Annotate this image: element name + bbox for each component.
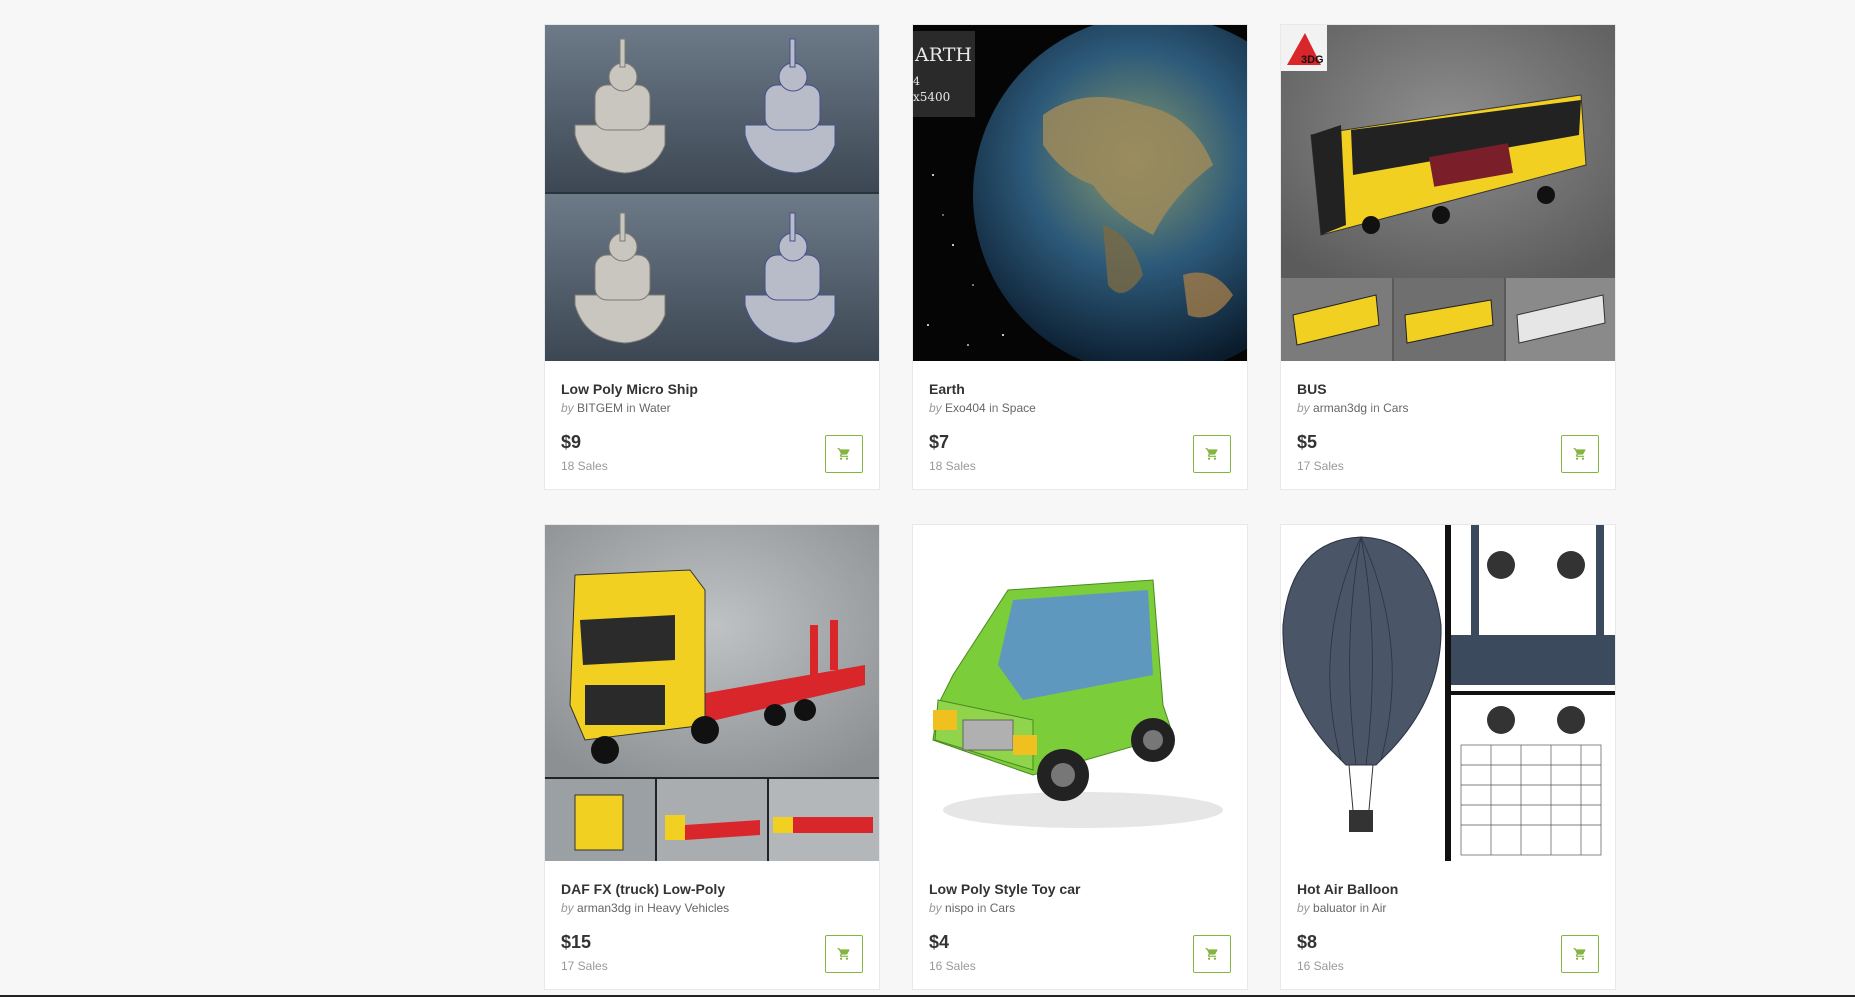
author-link[interactable]: Exo404 bbox=[945, 401, 986, 415]
product-meta: by baluator in Air bbox=[1297, 901, 1386, 915]
add-to-cart-button[interactable] bbox=[1193, 935, 1231, 973]
product-thumbnail[interactable] bbox=[913, 525, 1247, 861]
product-meta: by Exo404 in Space bbox=[929, 401, 1036, 415]
product-thumbnail[interactable] bbox=[545, 525, 879, 861]
add-to-cart-button[interactable] bbox=[825, 435, 863, 473]
product-sales: 17 Sales bbox=[561, 959, 608, 973]
cart-icon bbox=[837, 948, 850, 960]
by-label: by bbox=[1297, 401, 1310, 415]
product-thumbnail[interactable]: ARTH 4 x5400 bbox=[913, 25, 1247, 361]
category-link[interactable]: Air bbox=[1372, 901, 1387, 915]
bus-image: 3DG bbox=[1281, 25, 1615, 361]
by-label: by bbox=[929, 401, 942, 415]
product-thumbnail[interactable] bbox=[545, 25, 879, 361]
product-info: Hot Air Balloon by baluator in Air $8 16… bbox=[1297, 861, 1599, 989]
product-price: $5 bbox=[1297, 432, 1318, 452]
product-card[interactable]: Hot Air Balloon by baluator in Air $8 16… bbox=[1280, 524, 1616, 990]
product-sales: 16 Sales bbox=[929, 959, 976, 973]
in-label: in bbox=[977, 901, 987, 915]
product-price: $8 bbox=[1297, 932, 1318, 952]
by-label: by bbox=[1297, 901, 1310, 915]
product-title[interactable]: Low Poly Style Toy car bbox=[929, 881, 1080, 897]
product-thumbnail[interactable] bbox=[1281, 525, 1615, 861]
toy-car-image bbox=[913, 525, 1247, 861]
product-price: $15 bbox=[561, 932, 592, 952]
product-price: $9 bbox=[561, 432, 582, 452]
product-meta: by arman3dg in Cars bbox=[1297, 401, 1408, 415]
author-link[interactable]: nispo bbox=[945, 901, 974, 915]
product-grid: Low Poly Micro Ship by BITGEM in Water $… bbox=[544, 24, 1616, 990]
product-sales: 17 Sales bbox=[1297, 459, 1344, 473]
product-sales: 18 Sales bbox=[929, 459, 976, 473]
product-title[interactable]: BUS bbox=[1297, 381, 1327, 397]
author-link[interactable]: BITGEM bbox=[577, 401, 623, 415]
add-to-cart-button[interactable] bbox=[1561, 935, 1599, 973]
in-label: in bbox=[634, 901, 644, 915]
in-label: in bbox=[1370, 401, 1380, 415]
earth-overlay-title: ARTH bbox=[914, 44, 972, 66]
product-card[interactable]: 3DG BUS by arman3dg in Cars $5 17 Sales bbox=[1280, 24, 1616, 490]
earth-overlay-line: 4 bbox=[913, 75, 920, 88]
in-label: in bbox=[989, 401, 999, 415]
by-label: by bbox=[561, 901, 574, 915]
cart-icon bbox=[1205, 448, 1218, 460]
add-to-cart-button[interactable] bbox=[825, 935, 863, 973]
product-info: Low Poly Style Toy car by nispo in Cars … bbox=[929, 861, 1231, 989]
author-link[interactable]: baluator bbox=[1313, 901, 1356, 915]
earth-image: ARTH 4 x5400 bbox=[913, 25, 1247, 361]
product-info: Earth by Exo404 in Space $7 18 Sales bbox=[929, 361, 1231, 489]
in-label: in bbox=[626, 401, 636, 415]
product-card[interactable]: ARTH 4 x5400 Earth by Exo404 in Space $7… bbox=[912, 24, 1248, 490]
seller-logo: 3DG bbox=[1301, 54, 1324, 66]
category-link[interactable]: Space bbox=[1002, 401, 1036, 415]
product-meta: by BITGEM in Water bbox=[561, 401, 671, 415]
product-meta: by nispo in Cars bbox=[929, 901, 1015, 915]
add-to-cart-button[interactable] bbox=[1561, 435, 1599, 473]
product-info: BUS by arman3dg in Cars $5 17 Sales bbox=[1297, 361, 1599, 489]
by-label: by bbox=[561, 401, 574, 415]
in-label: in bbox=[1359, 901, 1370, 915]
product-card[interactable]: Low Poly Micro Ship by BITGEM in Water $… bbox=[544, 24, 880, 490]
author-link[interactable]: arman3dg bbox=[1313, 401, 1367, 415]
product-sales: 16 Sales bbox=[1297, 959, 1344, 973]
product-price: $7 bbox=[929, 432, 950, 452]
cart-icon bbox=[1573, 448, 1586, 460]
product-card[interactable]: DAF FX (truck) Low-Poly by arman3dg in H… bbox=[544, 524, 880, 990]
product-thumbnail[interactable]: 3DG bbox=[1281, 25, 1615, 361]
product-sales: 18 Sales bbox=[561, 459, 608, 473]
product-title[interactable]: Hot Air Balloon bbox=[1297, 881, 1398, 897]
category-link[interactable]: Water bbox=[639, 401, 671, 415]
cart-icon bbox=[1205, 948, 1218, 960]
category-link[interactable]: Cars bbox=[990, 901, 1015, 915]
author-link[interactable]: arman3dg bbox=[577, 901, 631, 915]
product-title[interactable]: DAF FX (truck) Low-Poly bbox=[561, 881, 725, 897]
product-title[interactable]: Earth bbox=[929, 381, 965, 397]
balloon-image bbox=[1281, 525, 1615, 861]
category-link[interactable]: Heavy Vehicles bbox=[647, 901, 729, 915]
ship-image bbox=[545, 25, 879, 361]
product-price: $4 bbox=[929, 932, 950, 952]
add-to-cart-button[interactable] bbox=[1193, 435, 1231, 473]
cart-icon bbox=[1573, 948, 1586, 960]
product-card[interactable]: Low Poly Style Toy car by nispo in Cars … bbox=[912, 524, 1248, 990]
truck-image bbox=[545, 525, 879, 861]
product-meta: by arman3dg in Heavy Vehicles bbox=[561, 901, 729, 915]
product-info: Low Poly Micro Ship by BITGEM in Water $… bbox=[561, 361, 863, 489]
cart-icon bbox=[837, 448, 850, 460]
product-title[interactable]: Low Poly Micro Ship bbox=[561, 381, 698, 397]
product-info: DAF FX (truck) Low-Poly by arman3dg in H… bbox=[561, 861, 863, 989]
category-link[interactable]: Cars bbox=[1383, 401, 1408, 415]
earth-overlay-line: x5400 bbox=[913, 90, 950, 104]
by-label: by bbox=[929, 901, 942, 915]
